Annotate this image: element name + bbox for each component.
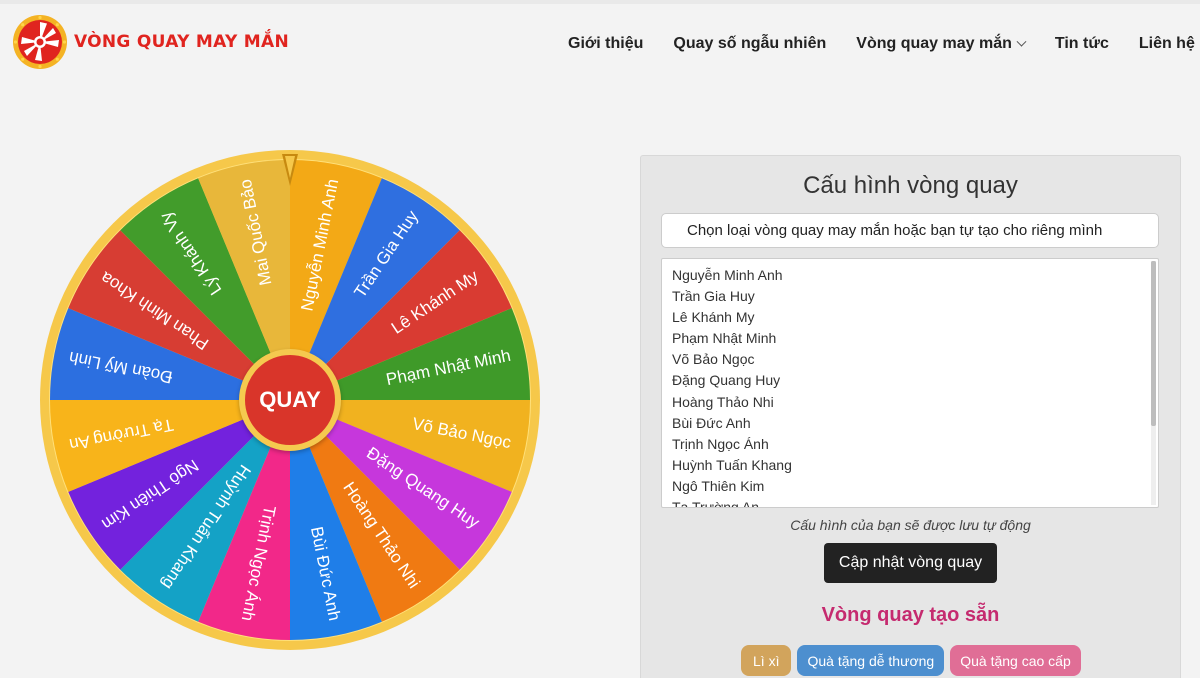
preset-cute-gifts-button[interactable]: Quà tặng dễ thương bbox=[797, 645, 945, 676]
lucky-wheel[interactable]: Nguyễn Minh Anh Trần Gia Huy Lê Khánh My Ph… bbox=[40, 150, 540, 650]
name-list-item: Phạm Nhật Minh bbox=[672, 330, 777, 347]
names-textarea[interactable]: Nguyễn Minh Anh Trần Gia Huy Lê Khánh My Ph… bbox=[661, 258, 1159, 508]
wheel-pointer-icon bbox=[282, 154, 298, 186]
logo-text: VÒNG QUAY MAY MẮN bbox=[74, 32, 289, 52]
preset-title: Vòng quay tạo sẵn bbox=[821, 604, 1000, 626]
spin-button[interactable]: QUAY bbox=[239, 349, 341, 451]
autosave-note: Cấu hình của bạn sẽ được lưu tự động bbox=[790, 517, 1031, 533]
name-list-item: Tạ Trường An bbox=[672, 499, 760, 508]
nav-random-number[interactable]: Quay số ngẫu nhiên bbox=[673, 35, 826, 53]
main-nav: Giới thiệu Quay số ngẫu nhiên Vòng quay … bbox=[568, 35, 1195, 53]
name-list-item: Hoàng Thảo Nhi bbox=[672, 393, 774, 410]
name-list-item: Võ Bảo Ngọc bbox=[672, 351, 755, 368]
site-logo[interactable]: VÒNG QUAY MAY MẮN bbox=[12, 14, 289, 70]
name-list-item: Nguyễn Minh Anh bbox=[672, 267, 783, 283]
site-header: VÒNG QUAY MAY MẮN Giới thiệu Quay số ngẫ… bbox=[0, 4, 1200, 86]
names-list: Nguyễn Minh Anh Trần Gia Huy Lê Khánh My Ph… bbox=[662, 259, 1158, 508]
names-scrollbar[interactable] bbox=[1151, 261, 1156, 505]
wheel-logo-icon bbox=[13, 15, 67, 69]
name-list-item: Trịnh Ngọc Ánh bbox=[672, 435, 769, 452]
preset-lixi-button[interactable]: Lì xì bbox=[741, 645, 792, 676]
update-wheel-button[interactable]: Cập nhật vòng quay bbox=[824, 543, 997, 583]
nav-about[interactable]: Giới thiệu bbox=[568, 35, 643, 53]
name-list-item: Đặng Quang Huy bbox=[672, 372, 781, 389]
preset-tags: Lì xì Quà tặng dễ thương Quà tặng cao cấ… bbox=[741, 645, 1087, 676]
name-list-item: Huỳnh Tuấn Khang bbox=[672, 456, 792, 473]
name-list-item: Bùi Đức Anh bbox=[672, 414, 751, 431]
name-list-item: Lê Khánh My bbox=[672, 309, 755, 326]
config-panel: Cấu hình vòng quay Chọn loại vòng quay m… bbox=[640, 155, 1181, 678]
panel-title: Cấu hình vòng quay bbox=[803, 172, 1018, 199]
nav-contact[interactable]: Liên hệ bbox=[1139, 35, 1195, 53]
name-list-item: Ngô Thiên Kim bbox=[672, 477, 765, 494]
nav-news[interactable]: Tin tức bbox=[1055, 35, 1109, 53]
names-scroll-thumb[interactable] bbox=[1151, 261, 1156, 426]
wheel-type-select[interactable]: Chọn loại vòng quay may mắn hoặc bạn tự … bbox=[661, 213, 1159, 248]
name-list-item: Trần Gia Huy bbox=[672, 288, 755, 305]
nav-lucky-wheel[interactable]: Vòng quay may mắn bbox=[856, 35, 1027, 53]
nav-lucky-wheel-label: Vòng quay may mắn bbox=[856, 35, 1012, 52]
chevron-down-icon bbox=[1016, 36, 1027, 47]
preset-premium-gifts-button[interactable]: Quà tặng cao cấp bbox=[950, 645, 1081, 676]
